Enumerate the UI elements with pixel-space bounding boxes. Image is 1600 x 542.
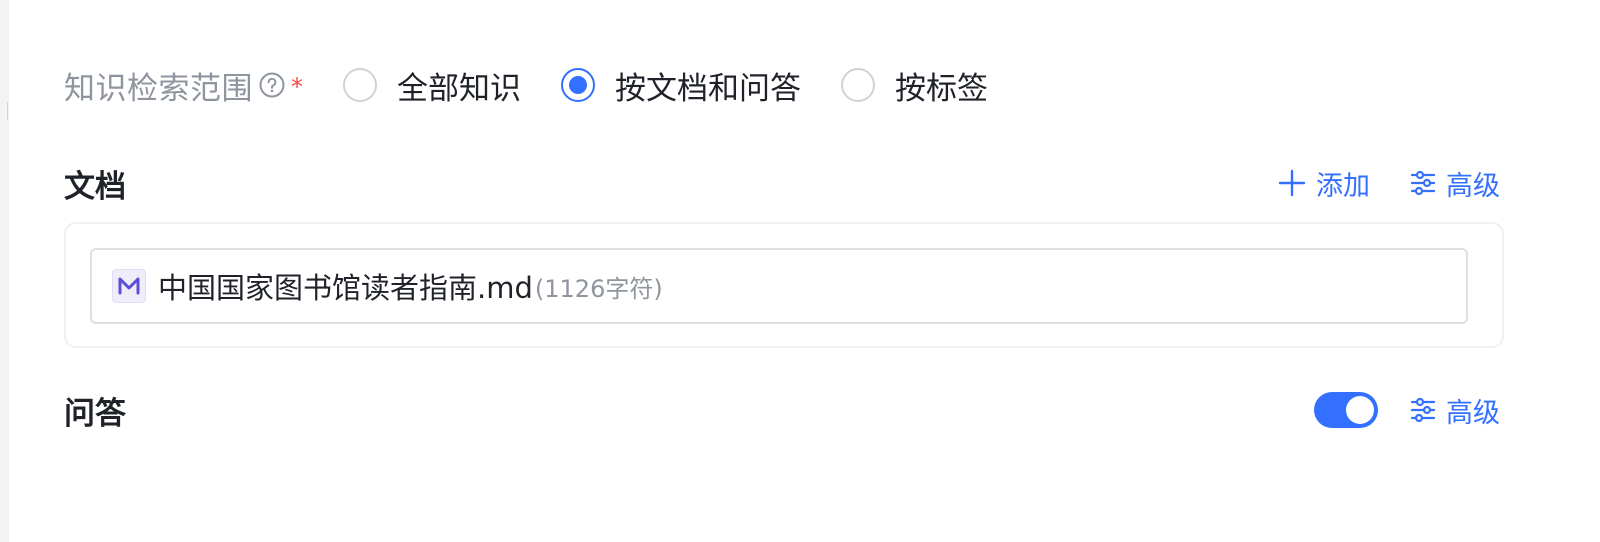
radio-button[interactable] [343, 68, 377, 102]
sliders-icon [1410, 170, 1436, 196]
sliders-icon [1410, 397, 1436, 423]
qa-enable-toggle[interactable] [1314, 392, 1378, 428]
docs-advanced-button[interactable]: 高级 [1410, 164, 1500, 203]
doc-name: 中国国家图书馆读者指南.md [158, 271, 533, 305]
required-asterisk: * [291, 73, 303, 101]
add-label: 添加 [1316, 170, 1370, 202]
radio-button-selected[interactable] [561, 68, 595, 102]
retrieval-scope-row: 知识检索范围 * 全部知识 按文档和问答 按标签 [64, 62, 988, 108]
qa-advanced-button[interactable]: 高级 [1410, 391, 1500, 430]
advanced-label: 高级 [1446, 170, 1500, 202]
radio-label: 按标签 [895, 70, 988, 107]
radio-button[interactable] [841, 68, 875, 102]
plus-icon [1278, 169, 1306, 197]
markdown-file-icon [112, 269, 146, 303]
question-circle-icon[interactable] [259, 72, 285, 98]
left-panel-edge [0, 0, 9, 542]
retrieval-scope-label: 知识检索范围 [64, 70, 253, 107]
qa-section-header: 问答 高级 [64, 387, 1500, 433]
docs-container: 中国国家图书馆读者指南.md (1126字符) [64, 222, 1504, 348]
radio-by-docs-and-qa[interactable]: 按文档和问答 [561, 63, 801, 108]
radio-all-knowledge[interactable]: 全部知识 [343, 63, 521, 108]
doc-char-count: (1126字符) [534, 274, 663, 303]
docs-section-header: 文档 添加 高级 [64, 160, 1500, 206]
doc-item[interactable]: 中国国家图书馆读者指南.md (1126字符) [90, 248, 1468, 324]
toggle-knob [1346, 396, 1374, 424]
radio-label: 按文档和问答 [615, 70, 801, 107]
add-doc-button[interactable]: 添加 [1278, 164, 1370, 203]
advanced-label: 高级 [1446, 397, 1500, 429]
docs-actions: 添加 高级 [1238, 164, 1500, 203]
docs-title: 文档 [64, 168, 126, 205]
radio-by-tags[interactable]: 按标签 [841, 63, 988, 108]
qa-actions: 高级 [1314, 391, 1500, 430]
qa-title: 问答 [64, 395, 126, 432]
radio-label: 全部知识 [397, 70, 521, 107]
